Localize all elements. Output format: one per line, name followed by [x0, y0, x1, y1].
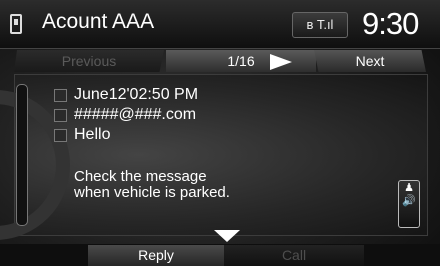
call-button[interactable]: Call	[224, 245, 364, 266]
person-icon: ♟	[404, 182, 414, 194]
clock-icon	[54, 89, 67, 102]
message-body-line-1: Check the message	[74, 168, 207, 185]
previous-button[interactable]: Previous	[14, 50, 164, 72]
phone-icon	[10, 14, 22, 34]
message-sender: #####@###.com	[74, 106, 197, 123]
message-body-line-2: when vehicle is parked.	[74, 184, 230, 201]
message-counter: 1/16	[166, 50, 316, 72]
message-datetime: June12'02:50 PM	[74, 86, 199, 103]
speaker-icon: 🔊	[402, 195, 416, 207]
sender-icon	[54, 109, 67, 122]
clock: 9:30	[362, 6, 419, 41]
message-screen: Acount AAA ʙ T.ıl 9:30 Previous 1/16 Nex…	[0, 0, 440, 266]
message-subject: Hello	[74, 126, 111, 143]
next-button[interactable]: Next	[314, 50, 426, 72]
account-title: Acount AAA	[42, 10, 155, 33]
status-bar: Acount AAA ʙ T.ıl 9:30	[0, 0, 440, 49]
scrollbar[interactable]	[16, 84, 28, 226]
next-arrow-icon	[270, 54, 292, 70]
down-arrow-icon[interactable]	[214, 230, 240, 242]
reply-button[interactable]: Reply	[88, 245, 224, 266]
message-nav: Previous 1/16 Next	[14, 50, 426, 72]
speak-button[interactable]: ♟ 🔊	[398, 180, 420, 228]
subject-icon	[54, 129, 67, 142]
bluetooth-signal-icon: ʙ T.ıl	[292, 12, 348, 38]
